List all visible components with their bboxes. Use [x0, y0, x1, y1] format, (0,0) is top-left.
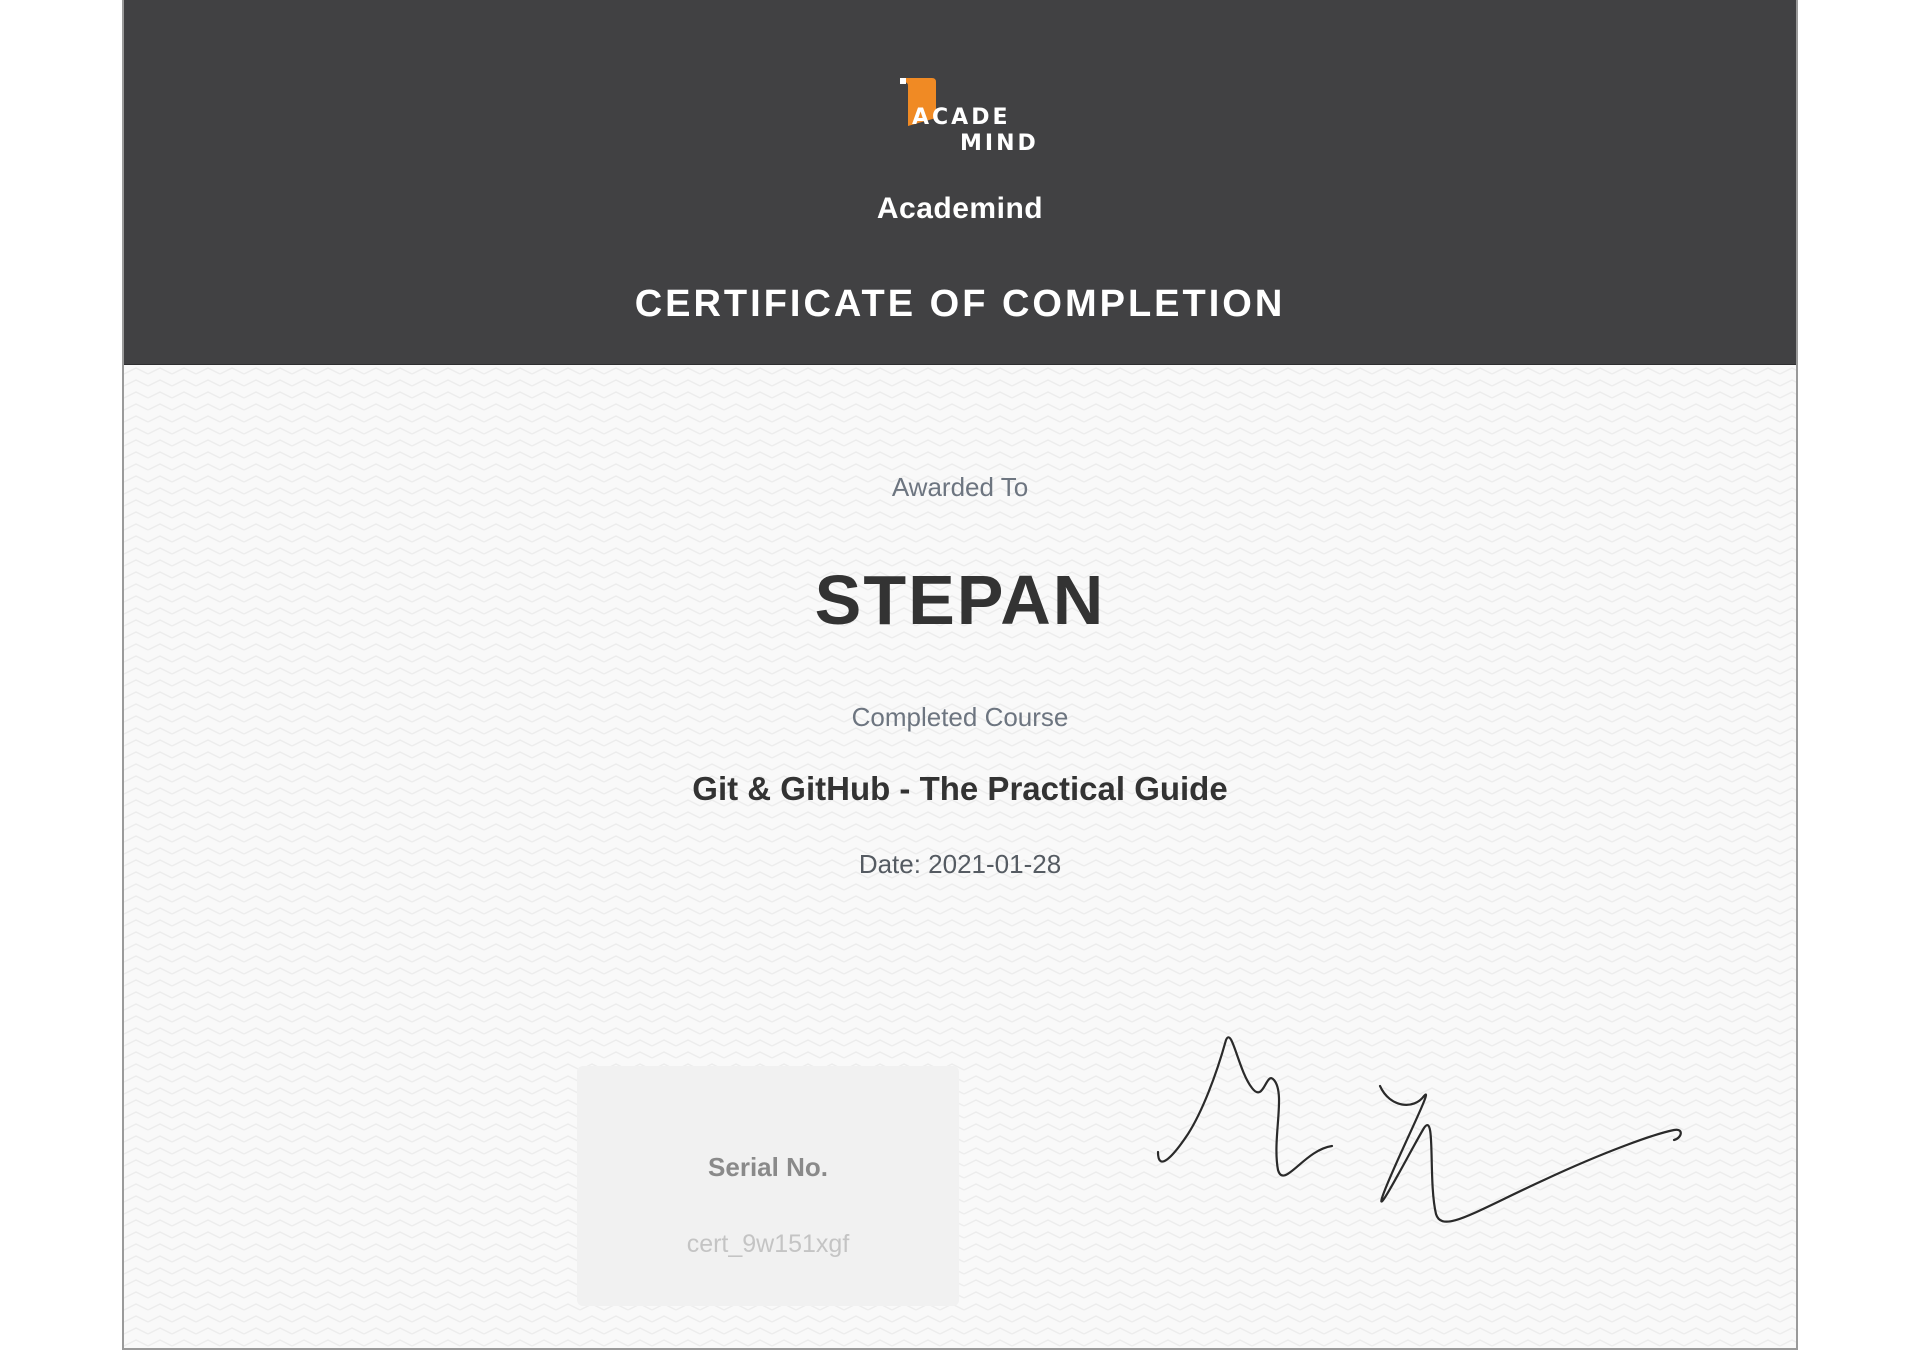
completed-course-label: Completed Course — [851, 702, 1069, 732]
serial-number-value: cert_9w151xgf — [686, 1230, 850, 1258]
certificate: ACADE MIND Academind CERTIFICATE OF COMP… — [122, 0, 1798, 1350]
academind-logo-icon: ACADE MIND — [900, 78, 1039, 156]
certificate-heading: CERTIFICATE OF COMPLETION — [634, 283, 1286, 325]
serial-number-label: Serial No. — [708, 1152, 828, 1182]
handwritten-signature-icon — [1156, 1036, 1682, 1223]
serial-number-box: Serial No. cert_9w151xgf — [577, 1066, 959, 1306]
certificate-header: ACADE MIND Academind CERTIFICATE OF COMP… — [124, 0, 1796, 365]
course-title: Git & GitHub - The Practical Guide — [692, 770, 1228, 807]
brand-name: Academind — [876, 192, 1044, 225]
completion-date: Date: 2021-01-28 — [858, 849, 1062, 879]
logo-text-line1: ACADE — [912, 105, 1011, 130]
logo-text-line2: MIND — [960, 131, 1039, 156]
recipient-name: STEPAN — [814, 561, 1106, 639]
awarded-to-label: Awarded To — [891, 472, 1029, 502]
